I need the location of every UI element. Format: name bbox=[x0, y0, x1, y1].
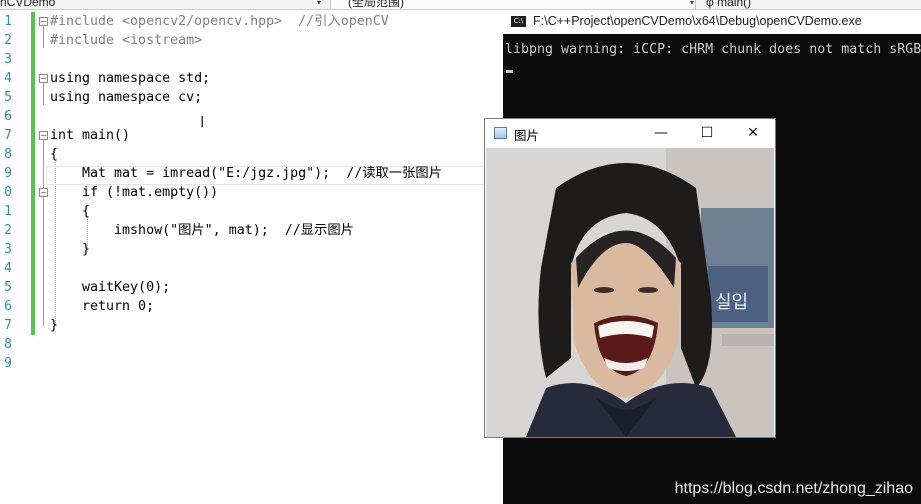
code-line[interactable]: { bbox=[50, 202, 90, 221]
collapse-icon[interactable]: − bbox=[39, 131, 48, 140]
line-number: 8 bbox=[4, 337, 12, 352]
line-number: 4 bbox=[4, 261, 12, 276]
line-number: 3 bbox=[4, 242, 12, 257]
code-text: if (!mat.empty()) bbox=[50, 185, 219, 200]
code-line[interactable]: } bbox=[50, 316, 58, 335]
collapse-icon[interactable]: − bbox=[39, 74, 48, 83]
change-indicator-bar bbox=[31, 12, 35, 335]
project-dropdown[interactable]: nCVDemo bbox=[0, 0, 55, 9]
line-number: 9 bbox=[4, 166, 12, 181]
code-text: { bbox=[50, 204, 91, 219]
code-line[interactable]: imshow("图片", mat); //显示图片 bbox=[50, 221, 354, 240]
code-text: waitKey(0); bbox=[50, 280, 171, 295]
code-line[interactable]: if (!mat.empty()) bbox=[50, 183, 218, 202]
chevron-down-icon[interactable]: ▾ bbox=[690, 0, 694, 7]
code-line[interactable]: waitKey(0); bbox=[50, 278, 170, 297]
image-window-title-bar[interactable]: 图片 — ☐ ✕ bbox=[485, 119, 775, 147]
chevron-down-icon[interactable]: ▾ bbox=[317, 0, 321, 7]
fold-line bbox=[43, 197, 44, 251]
line-number: 7 bbox=[4, 318, 12, 333]
console-output: libpng warning: iCCP: cHRM chunk does no… bbox=[505, 42, 921, 57]
fold-line bbox=[43, 26, 44, 48]
code-text: int main() bbox=[50, 128, 131, 143]
line-number: 6 bbox=[4, 299, 12, 314]
code-text: return 0; bbox=[50, 299, 155, 314]
maximize-button[interactable]: ☐ bbox=[697, 123, 717, 143]
line-number: 8 bbox=[4, 147, 12, 162]
fold-line bbox=[43, 83, 44, 105]
line-number: 4 bbox=[4, 71, 12, 86]
line-number: 2 bbox=[4, 33, 12, 48]
image-window[interactable]: 图片 — ☐ ✕ 실입 bbox=[484, 118, 776, 438]
function-dropdown[interactable]: φ main() bbox=[706, 0, 751, 9]
console-title-bar[interactable]: C:\ F:\C++Project\openCVDemo\x64\Debug\o… bbox=[503, 10, 921, 34]
line-number: 1 bbox=[4, 204, 12, 219]
code-line[interactable]: { bbox=[50, 145, 58, 164]
line-number: 9 bbox=[4, 356, 12, 371]
line-number: 5 bbox=[4, 90, 12, 105]
line-number: 3 bbox=[4, 52, 12, 67]
code-text: } bbox=[50, 318, 59, 333]
code-line[interactable]: using namespace cv; bbox=[50, 88, 202, 107]
navigation-bar: nCVDemo ▾ (全局范围) ▾ φ main() bbox=[0, 0, 921, 10]
line-number: 6 bbox=[4, 109, 12, 124]
code-text: using namespace cv; bbox=[50, 90, 203, 105]
line-number: 2 bbox=[4, 223, 12, 238]
code-text: Mat mat = imread("E:/jgz.jpg"); //读取一张图片 bbox=[50, 166, 442, 181]
code-text: using namespace std; bbox=[50, 71, 211, 86]
console-cursor bbox=[506, 70, 513, 73]
line-number: 0 bbox=[4, 185, 12, 200]
line-number: 5 bbox=[4, 280, 12, 295]
code-line[interactable]: } bbox=[50, 240, 90, 259]
code-line[interactable]: Mat mat = imread("E:/jgz.jpg"); //读取一张图片 bbox=[50, 164, 442, 183]
line-number: 1 bbox=[4, 14, 12, 29]
scope-label: (全局范围) bbox=[348, 0, 404, 9]
code-line[interactable]: #include <iostream> bbox=[50, 31, 202, 50]
function-icon: φ bbox=[706, 0, 718, 9]
code-editor[interactable]: 1 2 3 4 5 6 7 8 9 0 1 2 3 4 5 6 7 8 9 − … bbox=[0, 10, 505, 504]
minimize-button[interactable]: — bbox=[651, 123, 671, 143]
displayed-photo: 실입 bbox=[486, 148, 774, 437]
svg-text:실입: 실입 bbox=[715, 292, 748, 313]
close-button[interactable]: ✕ bbox=[743, 123, 763, 143]
line-number: 7 bbox=[4, 128, 12, 143]
text-cursor-icon: I bbox=[200, 113, 205, 131]
image-window-title: 图片 bbox=[514, 128, 540, 143]
function-label: main() bbox=[717, 0, 752, 9]
code-text: #include <iostream> bbox=[50, 33, 203, 48]
collapse-icon[interactable]: − bbox=[39, 17, 48, 26]
code-text: imshow("图片", mat); //显示图片 bbox=[50, 223, 354, 238]
console-title: F:\C++Project\openCVDemo\x64\Debug\openC… bbox=[533, 14, 862, 28]
code-text: #include <opencv2/opencv.hpp> //引入openCV bbox=[50, 14, 389, 29]
console-app-icon: C:\ bbox=[511, 16, 526, 27]
window-app-icon bbox=[494, 127, 507, 139]
code-text: { bbox=[50, 147, 59, 162]
code-line[interactable]: int main() bbox=[50, 126, 130, 145]
code-line[interactable]: return 0; bbox=[50, 297, 154, 316]
collapse-icon[interactable]: − bbox=[39, 188, 48, 197]
code-line[interactable]: #include <opencv2/opencv.hpp> //引入openCV bbox=[50, 12, 389, 31]
code-text: } bbox=[50, 242, 91, 257]
code-line[interactable]: using namespace std; bbox=[50, 69, 210, 88]
watermark: https://blog.csdn.net/zhong_zihao bbox=[674, 480, 913, 497]
